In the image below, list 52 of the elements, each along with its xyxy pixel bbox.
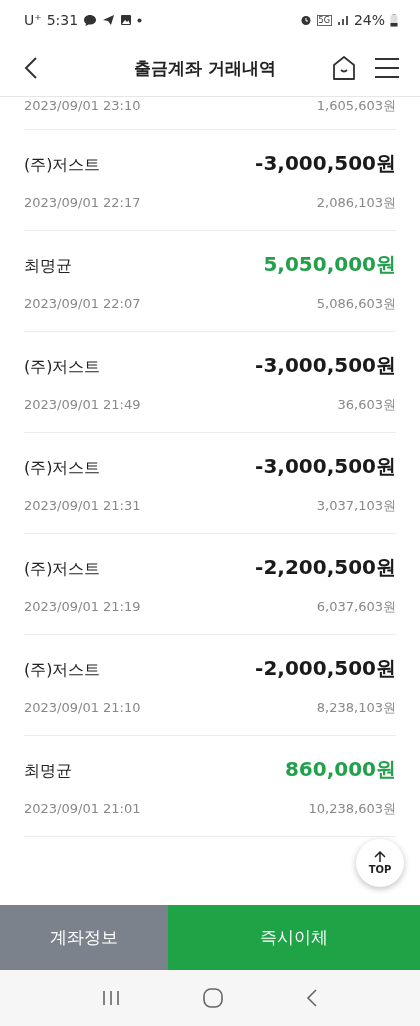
home-icon[interactable] (332, 55, 356, 81)
transaction-amount: 5,050,000원 (263, 251, 396, 278)
transaction-date: 2023/09/01 22:17 (24, 195, 141, 210)
balance-amount: 5,086,603원 (316, 295, 396, 313)
menu-icon[interactable] (374, 57, 400, 79)
payee-name: (주)저스트 (24, 660, 101, 681)
battery-icon (390, 13, 398, 27)
payee-name: (주)저스트 (24, 458, 101, 479)
image-icon (120, 14, 133, 26)
transaction-amount: -2,200,500원 (255, 554, 396, 581)
recent-apps-icon[interactable] (101, 990, 120, 1006)
arrow-up-icon (374, 851, 386, 863)
send-icon (102, 14, 116, 26)
alarm-icon (299, 14, 312, 26)
home-button-icon[interactable] (203, 988, 223, 1008)
balance-amount: 3,037,103원 (316, 497, 396, 515)
battery-percent: 24% (353, 12, 385, 28)
action-button[interactable]: 즉시이체 (168, 905, 420, 970)
payee-name: (주)저스트 (24, 155, 101, 176)
transaction-amount: -3,000,500원 (255, 150, 396, 177)
balance-amount: 8,238,103원 (316, 699, 396, 717)
signal-icon (336, 15, 349, 25)
page-title: 출금계좌 거래내역 (133, 56, 277, 80)
payee-name: 최명균 (24, 761, 72, 782)
network-label: 5G (316, 14, 332, 26)
balance-amount: 2,086,103원 (316, 194, 396, 212)
payee-name: (주)저스트 (24, 357, 101, 378)
transaction-amount: -3,000,500원 (255, 453, 396, 480)
chat-icon (83, 13, 98, 27)
payee-name: 최명균 (24, 256, 72, 277)
transaction-date: 2023/09/01 21:10 (24, 700, 141, 715)
transaction-date: 2023/09/01 22:07 (24, 296, 141, 311)
balance-amount: 10,238,603원 (308, 800, 396, 818)
carrier: U⁺ (24, 12, 42, 28)
dot-icon (137, 17, 143, 23)
transaction-amount: -3,000,500원 (255, 352, 396, 379)
transaction-date: 2023/09/01 21:01 (24, 801, 141, 816)
back-icon[interactable] (24, 56, 38, 80)
balance-amount: 36,603원 (337, 396, 396, 414)
action-button[interactable]: 계좌정보 (0, 905, 168, 970)
transaction-amount: 860,000원 (284, 756, 396, 783)
transaction-amount: -2,000,500원 (255, 655, 396, 682)
transaction-date: 2023/09/01 21:31 (24, 498, 141, 513)
transaction-date: 2023/09/01 21:49 (24, 397, 141, 412)
balance-amount: 6,037,603원 (316, 598, 396, 616)
back-button-icon[interactable] (306, 989, 319, 1007)
balance-amount: 1,605,603원 (316, 97, 396, 115)
transaction-date: 2023/09/01 21:19 (24, 599, 141, 614)
transaction-date: 2023/09/01 23:10 (24, 98, 141, 113)
clock: 5:31 (46, 12, 79, 28)
payee-name: (주)저스트 (24, 559, 101, 580)
scroll-top-button[interactable]: TOP (356, 839, 404, 887)
